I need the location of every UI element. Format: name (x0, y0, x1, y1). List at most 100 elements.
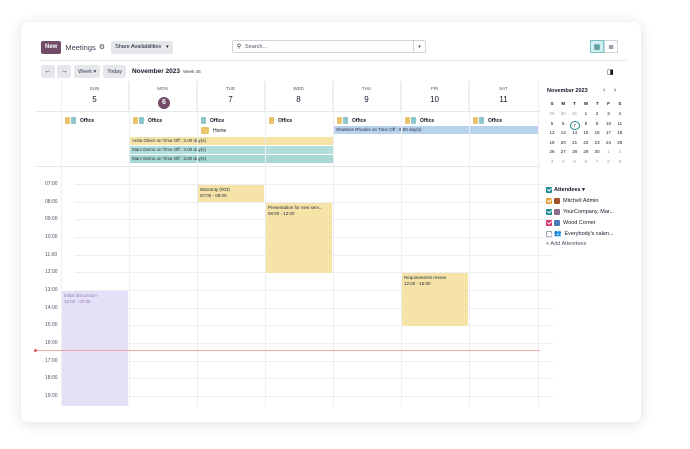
checkbox[interactable] (546, 219, 552, 226)
control-panel-nav: ← → Week ▾ Today November 2023 Week 45 (41, 65, 201, 78)
day-number: 11 (499, 95, 508, 104)
column-divider (129, 81, 130, 406)
mini-calendar-day[interactable]: 7 (592, 159, 602, 164)
location-badge-home[interactable]: Home (201, 127, 226, 134)
share-availabilities-button[interactable]: Share Availabilities ▾ (111, 40, 173, 54)
day-header[interactable]: THU 9 (333, 81, 401, 111)
mini-calendar-day[interactable]: 7 (569, 120, 580, 130)
mini-calendar-day[interactable]: 4 (615, 111, 625, 116)
attendee-item[interactable]: YourCompany, Mar... (546, 206, 634, 217)
mini-calendar-day[interactable]: 8 (581, 121, 591, 126)
location-badge[interactable]: Office (201, 117, 224, 124)
location-badge[interactable]: Office (473, 117, 502, 124)
mini-calendar-day[interactable]: 23 (592, 140, 602, 145)
list-view-icon[interactable]: ≣ (604, 40, 618, 53)
location-badge[interactable]: Office (337, 117, 366, 124)
mini-calendar-day[interactable]: 11 (615, 121, 625, 126)
mini-calendar-day[interactable]: 2 (615, 149, 625, 154)
mini-calendar-day[interactable]: 29 (547, 111, 557, 116)
location-label: Office (420, 117, 435, 124)
mini-calendar-day[interactable]: 28 (570, 149, 580, 154)
mini-calendar-day[interactable]: 5 (570, 159, 580, 164)
allday-event[interactable]: Sharlene Rhodes on Time Off : 6.00 day(s… (334, 126, 538, 134)
mini-calendar-day[interactable]: 30 (558, 111, 568, 116)
mini-calendar-day[interactable]: 9 (615, 159, 625, 164)
mini-calendar: November 2023 ‹ › S M T W T F S 29 30 31 1 2 3 4 5 6 7 8 9… (547, 87, 627, 164)
weekday-label: W (583, 101, 589, 106)
mini-calendar-day[interactable]: 17 (604, 130, 614, 135)
mini-calendar-day[interactable]: 31 (570, 111, 580, 116)
location-badge[interactable]: Office (65, 117, 94, 124)
search-placeholder: Search... (245, 43, 268, 50)
search-input[interactable]: ⚲ Search... ▾ (232, 40, 426, 53)
calendar-view-icon[interactable]: ▦ (590, 40, 604, 53)
attendee-item[interactable]: Wood Corner (546, 217, 634, 228)
attendee-item[interactable]: 👥 Everybody's calen... (546, 228, 634, 239)
location-badge[interactable]: Office (405, 117, 434, 124)
mini-calendar-day[interactable]: 10 (604, 121, 614, 126)
day-header[interactable]: WED 8 (265, 81, 333, 111)
mini-calendar-day[interactable]: 14 (570, 130, 580, 135)
next-arrow-icon[interactable]: → (57, 65, 71, 78)
day-header[interactable]: TUE 7 (197, 81, 265, 111)
mini-calendar-day[interactable]: 2 (592, 111, 602, 116)
mini-calendar-day[interactable]: 8 (604, 159, 614, 164)
day-header[interactable]: SUN 5 (61, 81, 129, 111)
mini-calendar-day[interactable]: 1 (604, 149, 614, 154)
mini-calendar-day[interactable]: 3 (604, 111, 614, 116)
mini-calendar-day[interactable]: 30 (592, 149, 602, 154)
mini-calendar-day[interactable]: 1 (581, 111, 591, 116)
mini-calendar-day[interactable]: 6 (558, 121, 568, 126)
mini-calendar-day[interactable]: 20 (558, 140, 568, 145)
mini-calendar-day[interactable]: 15 (581, 130, 591, 135)
mini-calendar-day[interactable]: 21 (570, 140, 580, 145)
mini-calendar-day[interactable]: 24 (604, 140, 614, 145)
attendees-header[interactable]: Attendees ▾ (546, 184, 634, 195)
mini-calendar-day[interactable]: 22 (581, 140, 591, 145)
calendar-event[interactable]: Initial discussion 13:00 - 20:00 (62, 291, 128, 406)
mini-calendar-day[interactable]: 4 (558, 159, 568, 164)
day-number: 7 (228, 95, 233, 104)
mini-calendar-day[interactable]: 26 (547, 149, 557, 154)
calendar-event[interactable]: Presentation for new serv... 08:00 - 12:… (266, 203, 332, 273)
today-button[interactable]: Today (103, 65, 126, 78)
scale-dropdown[interactable]: Week ▾ (74, 65, 101, 78)
mini-calendar-day[interactable]: 18 (615, 130, 625, 135)
side-panel-toggle-icon[interactable]: ◨ (607, 68, 614, 76)
day-header[interactable]: FRI 10 (401, 81, 469, 111)
calendar-event[interactable]: Warranty (#03) 07:00 - 08:00 (198, 185, 264, 202)
mini-calendar-day[interactable]: 16 (592, 130, 602, 135)
location-badge[interactable]: Office (133, 117, 162, 124)
mini-calendar-day[interactable]: 29 (581, 149, 591, 154)
mini-calendar-day[interactable]: 5 (547, 121, 557, 126)
allday-event[interactable]: Anita Oliver on Time Off : 3.00 day(s) (130, 137, 333, 145)
mini-calendar-day[interactable]: 19 (547, 140, 557, 145)
day-header[interactable]: SAT 11 (469, 81, 538, 111)
checkbox[interactable] (546, 230, 552, 237)
mini-calendar-day[interactable]: 9 (592, 121, 602, 126)
mini-calendar-day[interactable]: 27 (558, 149, 568, 154)
mini-calendar-day[interactable]: 25 (615, 140, 625, 145)
search-toggle-icon[interactable]: ▾ (413, 41, 425, 52)
checkbox[interactable] (546, 208, 552, 215)
allday-event[interactable]: Marc Demo on Time Off : 3.00 day(s) (130, 155, 333, 163)
view-switcher: ▦ ≣ (590, 40, 618, 53)
allday-event[interactable]: Marc Demo on Time Off : 3.00 day(s) (130, 146, 333, 154)
mini-calendar-day[interactable]: 12 (547, 130, 557, 135)
day-header[interactable]: MON 6 (129, 81, 197, 111)
mini-calendar-day[interactable]: 3 (547, 159, 557, 164)
attendee-item[interactable]: Mitchell Admin (546, 195, 634, 206)
calendar-event[interactable]: Requirements review 12:00 - 15:00 (402, 273, 468, 326)
location-badge[interactable]: Office (269, 117, 292, 124)
chevron-right-icon[interactable]: › (614, 87, 616, 94)
mini-calendar-day[interactable]: 6 (581, 159, 591, 164)
prev-arrow-icon[interactable]: ← (41, 65, 55, 78)
mini-calendar-day[interactable]: 13 (558, 130, 568, 135)
hour-gridline (75, 343, 553, 344)
new-button[interactable]: New (41, 40, 62, 54)
checkbox[interactable] (546, 186, 552, 193)
gear-icon[interactable]: ⚙ (99, 43, 105, 51)
checkbox[interactable] (546, 197, 552, 204)
add-attendees-link[interactable]: + Add Attendees (546, 241, 634, 247)
chevron-left-icon[interactable]: ‹ (603, 87, 605, 94)
